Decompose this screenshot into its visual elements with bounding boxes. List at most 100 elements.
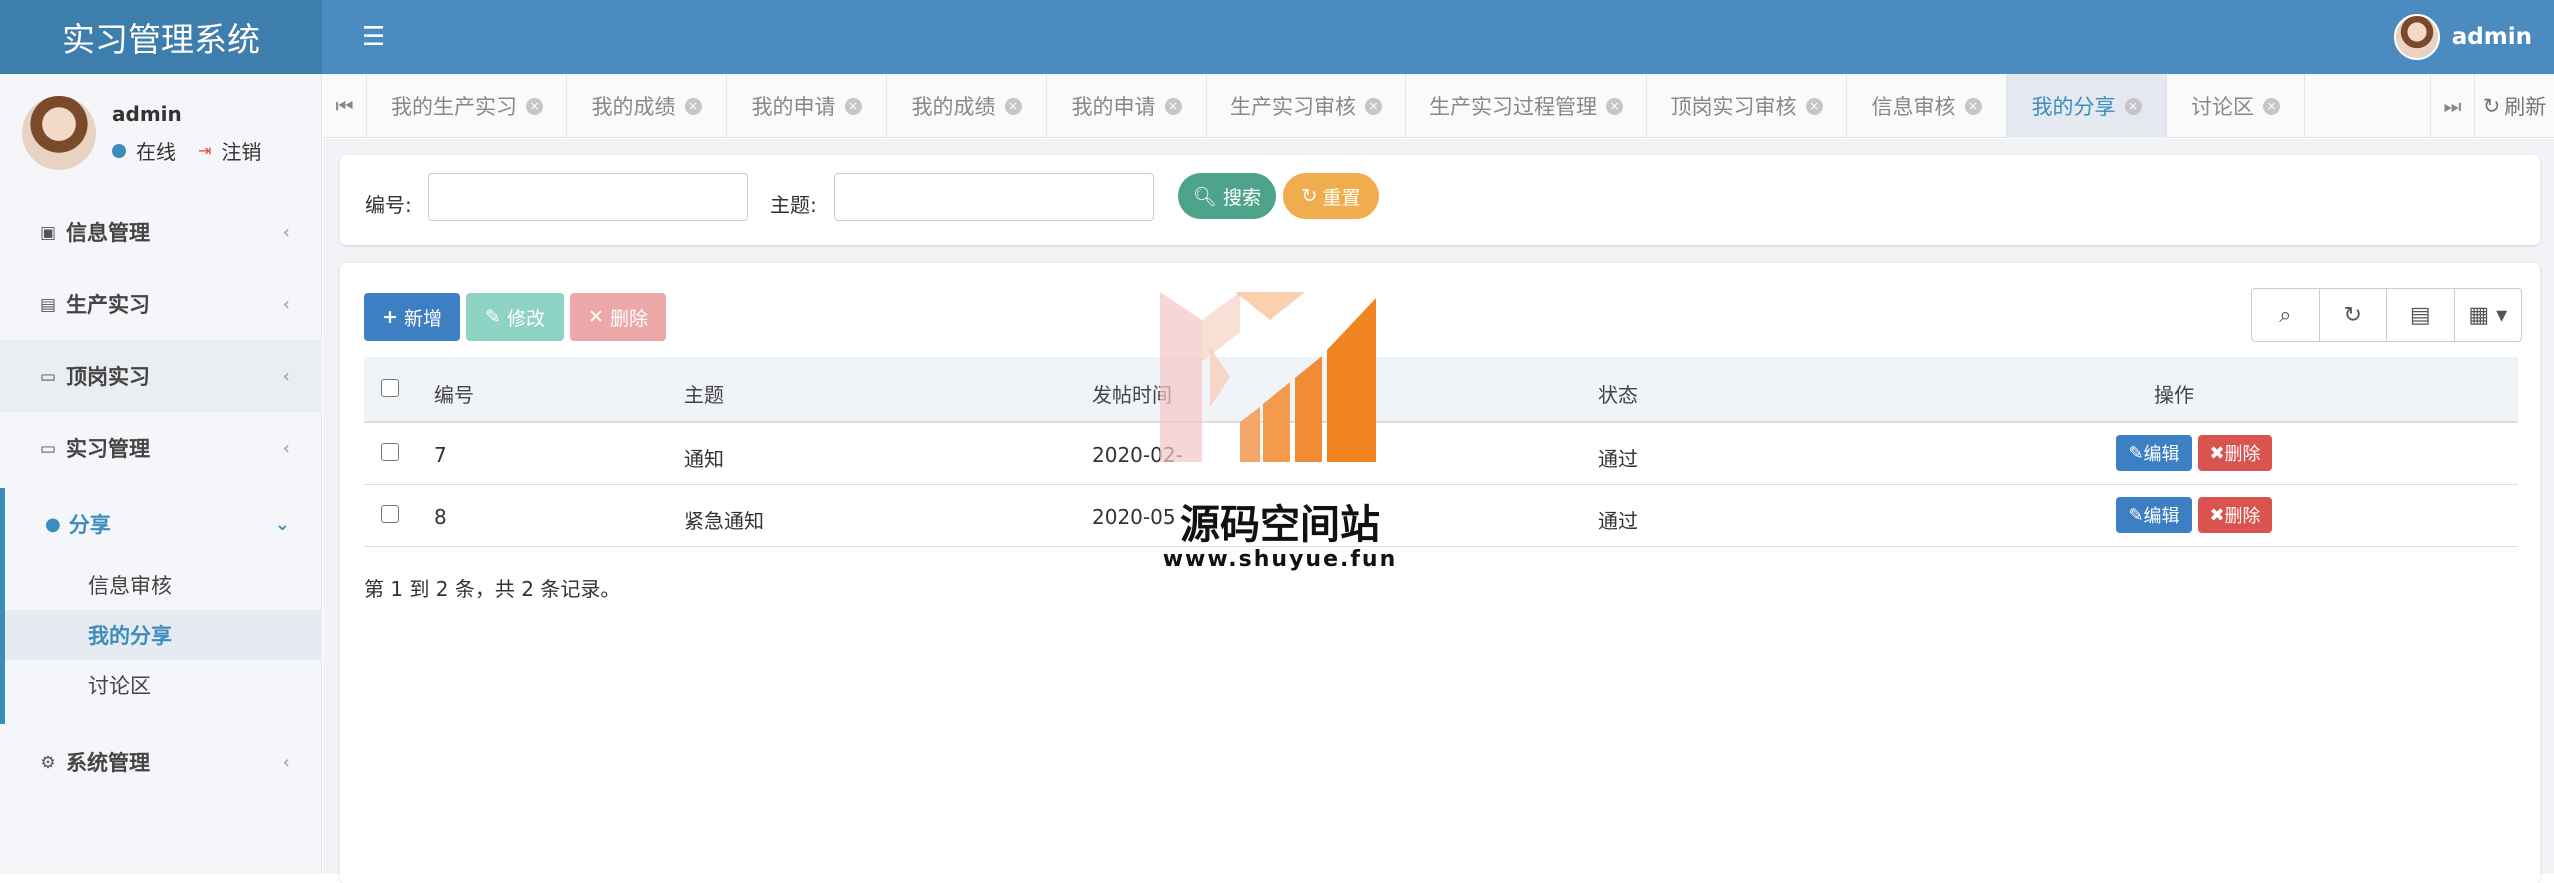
search-button[interactable]: 🔍︎ 搜索 [1178,173,1276,219]
cell-id: 8 [434,505,447,529]
close-icon[interactable]: × [1606,97,1623,115]
plus-icon: + [382,306,398,328]
table-row: 8 紧急通知 2020-05 通过 ✎ 编辑 ✖ 删除 [364,485,2518,547]
id-search-input[interactable] [428,173,748,221]
tab-production-process-management[interactable]: 生产实习过程管理 × [1406,74,1647,138]
row-delete-button[interactable]: ✖ 删除 [2198,435,2272,471]
menu-toggle-icon[interactable]: ☰ [362,22,385,52]
sidebar-item-label: 顶岗实习 [66,365,150,389]
refresh-button[interactable]: ↻ 刷新 [2474,74,2554,138]
delete-button[interactable]: ✕ 删除 [570,293,666,341]
table-row: 7 通知 2020-02- 通过 ✎ 编辑 ✖ 删除 [364,423,2518,485]
id-card-icon: ▭ [39,367,57,387]
times-icon: ✖ [2209,442,2225,464]
refresh-table-button[interactable]: ↻ [2320,289,2387,341]
row-delete-label: 删除 [2224,444,2261,465]
search-panel: 编号: 主题: 🔍︎ 搜索 ↻ 重置 [340,155,2540,245]
logout-icon[interactable]: ⇥ [198,141,211,160]
sidebar-item-production-internship[interactable]: ▤ 生产实习 ‹ [0,268,322,340]
row-edit-button[interactable]: ✎ 编辑 [2116,435,2192,471]
sidebar-item-post-internship[interactable]: ▭ 顶岗实习 ‹ [0,340,322,412]
tab-my-production-internship[interactable]: 我的生产实习 × [368,74,567,138]
cell-subject: 紧急通知 [684,509,764,533]
add-button[interactable]: + 新增 [364,293,460,341]
sidebar: admin 在线 ⇥ 注销 ▣ 信息管理 ‹ ▤ 生产实习 ‹ ▭ 顶岗实习 ‹… [0,74,322,874]
subject-field-label: 主题: [770,193,817,217]
toggle-view-button[interactable]: ▤ [2387,289,2455,341]
gear-icon: ⚙ [40,753,56,773]
pagination-info: 第 1 到 2 条，共 2 条记录。 [364,577,621,601]
row-edit-button[interactable]: ✎ 编辑 [2116,497,2192,533]
edit-button[interactable]: ✎ 修改 [466,293,564,341]
sidebar-user-name: admin [112,102,182,126]
top-user-menu[interactable]: admin [2393,14,2532,60]
tab-my-grades-2[interactable]: 我的成绩 × [887,74,1047,138]
tab-my-application-2[interactable]: 我的申请 × [1047,74,1207,138]
app-logo-title: 实习管理系统 [0,0,322,74]
sidebar-subitem-my-share[interactable]: 我的分享 [5,610,322,660]
cell-status: 通过 [1598,509,1638,533]
table-panel: + 新增 ✎ 修改 ✕ 删除 ⌕ ↻ ▤ ▦ ▾ 编号 主题 发帖时间 状态 操作 7… [340,263,2540,883]
row-checkbox[interactable] [381,443,399,461]
reset-button-label: 重置 [1322,186,1361,209]
tab-label: 顶岗实习审核 [1670,95,1797,119]
cell-time: 2020-05 [1092,505,1176,529]
refresh-icon: ↻ [2482,94,2501,118]
close-icon[interactable]: × [1004,97,1022,115]
reset-icon: ↻ [1301,185,1318,207]
tab-label: 我的申请 [751,95,836,119]
edit-icon: ✎ [2128,504,2144,526]
online-dot-icon [112,143,126,158]
column-header: 编号 [434,383,474,407]
select-all-checkbox[interactable] [381,379,399,397]
id-badge-icon: ▤ [39,295,57,315]
table-header: 编号 主题 发帖时间 状态 操作 [364,357,2518,423]
close-icon[interactable]: × [1964,97,1982,115]
sidebar-item-share[interactable]: ● 分享 ⌄ [5,488,322,560]
chevron-left-icon: ‹ [282,221,290,243]
sidebar-item-internship-management[interactable]: ▭ 实习管理 ‹ [0,412,322,484]
tab-my-share[interactable]: 我的分享 × [2007,74,2167,138]
columns-button[interactable]: ▦ ▾ [2455,289,2522,341]
times-icon: ✖ [2209,504,2225,526]
chevron-left-icon: ‹ [282,751,290,773]
edit-icon: ✎ [2128,442,2144,464]
row-edit-label: 编辑 [2143,506,2180,527]
edit-button-label: 修改 [506,307,545,330]
row-checkbox[interactable] [381,505,399,523]
tab-label: 信息审核 [1871,95,1956,119]
tab-production-internship-review[interactable]: 生产实习审核 × [1207,74,1406,138]
close-icon[interactable]: × [526,97,543,115]
user-status: 在线 ⇥ 注销 [112,136,261,165]
close-icon[interactable]: × [2124,97,2142,115]
delete-button-label: 删除 [609,307,648,330]
reset-button[interactable]: ↻ 重置 [1283,173,1379,219]
tab-my-grades[interactable]: 我的成绩 × [567,74,727,138]
tab-label: 生产实习过程管理 [1429,95,1597,119]
sidebar-item-info-management[interactable]: ▣ 信息管理 ‹ [0,196,322,268]
tab-scroll-right-icon[interactable]: ⏭ [2430,74,2474,138]
tab-my-application[interactable]: 我的申请 × [727,74,887,138]
chevron-down-icon: ⌄ [274,513,290,535]
tab-discussion[interactable]: 讨论区 × [2167,74,2305,138]
close-icon[interactable]: × [2263,97,2280,115]
sidebar-item-label: 信息管理 [66,221,150,245]
sidebar-group-share: ● 分享 ⌄ 信息审核 我的分享 讨论区 [0,488,322,724]
close-icon[interactable]: × [844,97,862,115]
toggle-search-button[interactable]: ⌕ [2252,289,2320,341]
tab-label: 我的成绩 [591,95,676,119]
close-icon[interactable]: × [684,97,702,115]
close-icon[interactable]: × [1365,97,1382,115]
tab-info-review[interactable]: 信息审核 × [1847,74,2007,138]
close-icon[interactable]: × [1805,97,1823,115]
subject-search-input[interactable] [834,173,1154,221]
sidebar-item-system-management[interactable]: ⚙ 系统管理 ‹ [0,726,322,798]
tab-post-internship-review[interactable]: 顶岗实习审核 × [1647,74,1847,138]
close-icon[interactable]: × [1164,97,1182,115]
tab-scroll-left-icon[interactable]: ⏮ [323,74,367,138]
row-delete-button[interactable]: ✖ 删除 [2198,497,2272,533]
sidebar-subitem-info-review[interactable]: 信息审核 [5,560,322,610]
row-edit-label: 编辑 [2143,444,2180,465]
sidebar-subitem-discussion[interactable]: 讨论区 [5,660,322,710]
logout-link[interactable]: 注销 [221,136,261,165]
